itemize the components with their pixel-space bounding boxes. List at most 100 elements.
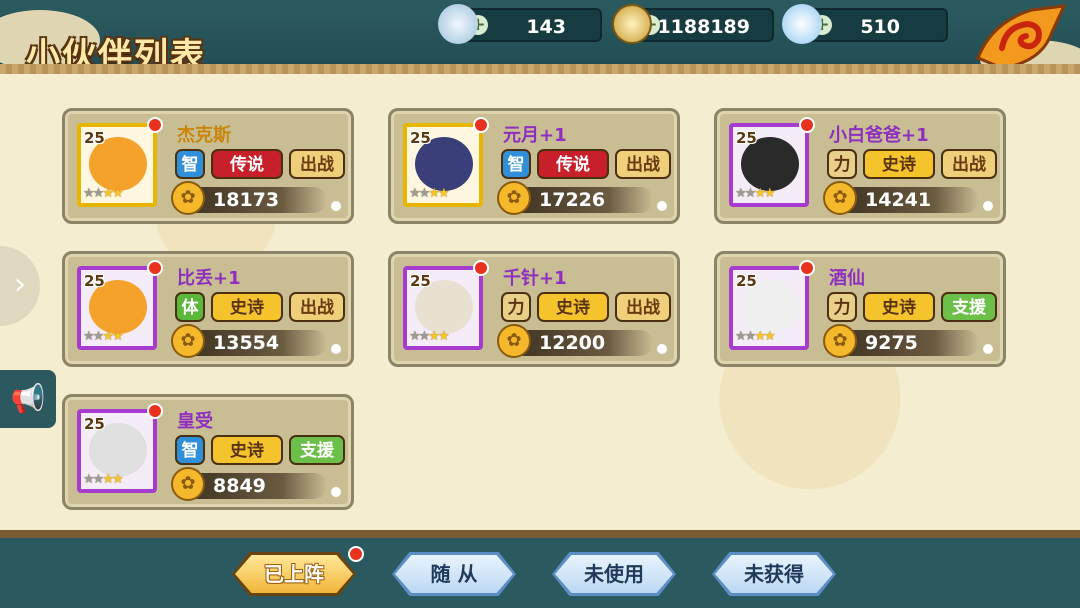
paw-icon: ✿: [497, 181, 531, 215]
select-dot[interactable]: [983, 344, 993, 354]
companion-portrait[interactable]: 25 ★★★★: [403, 123, 483, 207]
paw-icon: ✿: [171, 324, 205, 358]
companion-portrait[interactable]: 25 ★★★★: [77, 409, 157, 493]
tab-not-obtained[interactable]: 未获得: [712, 552, 836, 596]
power-bar: ✿ 13554: [171, 324, 327, 358]
power-bar: ✿ 9275: [823, 324, 979, 358]
rarity-badge: 史诗: [863, 149, 935, 179]
level-label: 25: [736, 129, 757, 147]
rarity-badge: 史诗: [211, 435, 283, 465]
page-title: 小伙伴列表: [26, 36, 206, 76]
notification-dot: [473, 117, 489, 133]
power-value: 17226: [539, 189, 606, 211]
power-value: 18173: [213, 189, 280, 211]
power-value: 9275: [865, 332, 918, 354]
rarity-badge: 传说: [537, 149, 609, 179]
role-badge: 出战: [615, 292, 671, 322]
paw-icon: ✿: [497, 324, 531, 358]
role-badge: 出战: [289, 292, 345, 322]
companion-card[interactable]: 25 ★★★★ 千针+1 力史诗 出战 ✿ 12200: [388, 251, 680, 367]
rarity-badge: 史诗: [537, 292, 609, 322]
notification-dot: [799, 260, 815, 276]
attribute-badge: 智: [501, 149, 531, 179]
rarity-badge: 传说: [211, 149, 283, 179]
power-bar: ✿ 8849: [171, 467, 327, 501]
companion-card[interactable]: 25 ★★★★ 元月+1 智传说 出战 ✿ 17226: [388, 108, 680, 224]
star-rating: ★★★★: [735, 186, 776, 201]
gem-value: 510: [860, 16, 900, 38]
attribute-badge: 力: [827, 149, 857, 179]
notification-dot: [799, 117, 815, 133]
stamina-value: 143: [526, 16, 566, 38]
companion-portrait[interactable]: 25 ★★★★: [729, 266, 809, 350]
companion-card[interactable]: 25 ★★★★ 小白爸爸+1 力史诗 出战 ✿ 14241: [714, 108, 1006, 224]
top-bar: 小伙伴列表 + 143 + 1188189 + 510: [0, 0, 1080, 80]
attribute-badge: 智: [175, 149, 205, 179]
companion-card[interactable]: 25 ★★★★ 杰克斯智传说 出战 ✿ 18173: [62, 108, 354, 224]
notification-dot: [147, 403, 163, 419]
notification-dot: [348, 546, 364, 562]
power-value: 8849: [213, 475, 266, 497]
tab-label: 未获得: [715, 555, 833, 593]
companion-name: 小白爸爸+1: [829, 125, 929, 146]
power-bar: ✿ 12200: [497, 324, 653, 358]
star-rating: ★★★★: [83, 472, 124, 487]
companion-portrait[interactable]: 25 ★★★★: [77, 123, 157, 207]
companion-name: 皇受: [177, 411, 213, 432]
star-rating: ★★★★: [735, 329, 776, 344]
level-label: 25: [84, 415, 105, 433]
level-label: 25: [736, 272, 757, 290]
select-dot[interactable]: [657, 344, 667, 354]
attribute-badge: 体: [175, 292, 205, 322]
role-badge: 支援: [289, 435, 345, 465]
companion-card[interactable]: 25 ★★★★ 酒仙力史诗 支援 ✿ 9275: [714, 251, 1006, 367]
level-label: 25: [84, 272, 105, 290]
rarity-badge: 史诗: [863, 292, 935, 322]
bottom-tab-bar: 已上阵 随 从 未使用 未获得: [0, 538, 1080, 608]
tab-label: 未使用: [555, 555, 673, 593]
tab-label: 已上阵: [235, 555, 353, 593]
tab-deployed[interactable]: 已上阵: [232, 552, 356, 596]
companion-portrait[interactable]: 25 ★★★★: [729, 123, 809, 207]
power-bar: ✿ 18173: [171, 181, 327, 215]
tab-unused[interactable]: 未使用: [552, 552, 676, 596]
select-dot[interactable]: [331, 487, 341, 497]
coin-icon: [612, 4, 652, 44]
tab-label: 随 从: [395, 555, 513, 593]
tab-followers[interactable]: 随 从: [392, 552, 516, 596]
companion-name: 比丢+1: [177, 268, 241, 289]
back-swirl-button[interactable]: [972, 2, 1070, 72]
companion-portrait[interactable]: 25 ★★★★: [77, 266, 157, 350]
select-dot[interactable]: [331, 344, 341, 354]
star-rating: ★★★★: [409, 186, 450, 201]
speaker-icon[interactable]: 📢: [0, 370, 56, 428]
notification-dot: [147, 117, 163, 133]
rarity-badge: 史诗: [211, 292, 283, 322]
role-badge: 出战: [615, 149, 671, 179]
power-value: 12200: [539, 332, 606, 354]
level-label: 25: [410, 129, 431, 147]
power-value: 14241: [865, 189, 932, 211]
level-label: 25: [84, 129, 105, 147]
attribute-badge: 力: [501, 292, 531, 322]
star-rating: ★★★★: [83, 186, 124, 201]
star-rating: ★★★★: [409, 329, 450, 344]
companion-card[interactable]: 25 ★★★★ 比丢+1 体史诗 出战 ✿ 13554: [62, 251, 354, 367]
companion-name: 酒仙: [829, 268, 865, 289]
power-value: 13554: [213, 332, 280, 354]
coin-value: 1188189: [657, 16, 750, 38]
role-badge: 出战: [289, 149, 345, 179]
select-dot[interactable]: [657, 201, 667, 211]
select-dot[interactable]: [983, 201, 993, 211]
power-bar: ✿ 17226: [497, 181, 653, 215]
role-badge: 出战: [941, 149, 997, 179]
select-dot[interactable]: [331, 201, 341, 211]
companion-card[interactable]: 25 ★★★★ 皇受智史诗 支援 ✿ 8849: [62, 394, 354, 510]
companion-portrait[interactable]: 25 ★★★★: [403, 266, 483, 350]
paw-icon: ✿: [171, 467, 205, 501]
notification-dot: [473, 260, 489, 276]
sword-crystal-icon: [438, 4, 478, 44]
companion-name: 杰克斯: [177, 125, 231, 146]
notification-dot: [147, 260, 163, 276]
attribute-badge: 力: [827, 292, 857, 322]
